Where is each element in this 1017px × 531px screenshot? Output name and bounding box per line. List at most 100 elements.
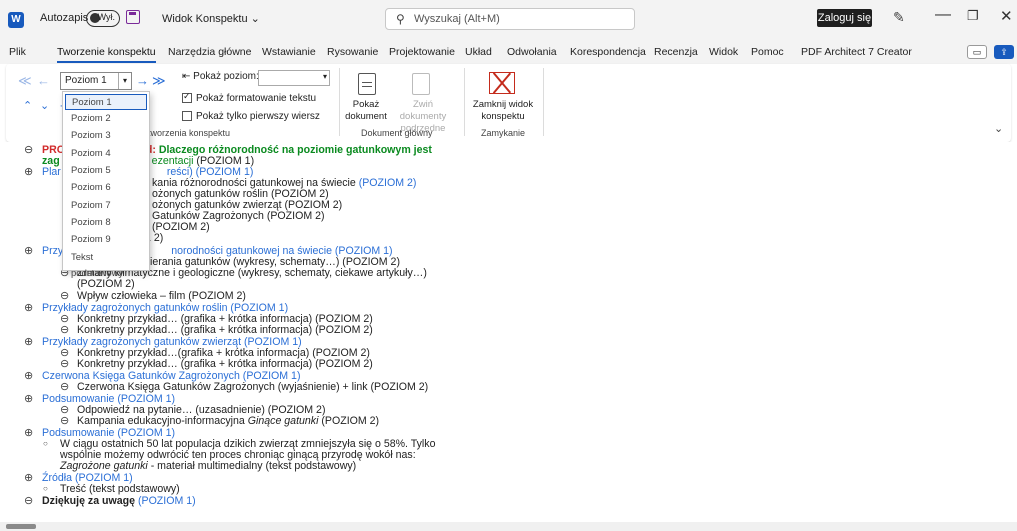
text-run: Kampania edukacyjno-informacyjna — [77, 415, 248, 427]
dropdown-option[interactable]: Poziom 1 — [65, 94, 147, 110]
chevron-down-icon: ▾ — [322, 72, 327, 81]
first-line-checkbox[interactable]: Pokaż tylko pierwszy wiersz — [182, 111, 320, 122]
outline-line: Konkretny przykład… (grafika + krótka in… — [77, 324, 373, 336]
collapse-bullet-icon[interactable]: ⊖ — [60, 358, 69, 370]
pen-icon[interactable]: ✎ — [893, 9, 905, 26]
word-app-icon: W — [8, 12, 24, 28]
tab-outlining[interactable]: Tworzenie konspektu — [57, 46, 156, 63]
dropdown-option[interactable]: Poziom 2 — [65, 111, 147, 127]
document-outline[interactable]: ⊖ PROad: Dlaczego różnorodność na poziom… — [0, 142, 1017, 522]
save-icon[interactable] — [126, 10, 140, 24]
move-up-icon[interactable]: ⌃ — [23, 99, 32, 112]
ribbon-panel: ≪ ← Poziom 1 ▾ → ≫ ⌃ ⌄ + ⇤ Pokaż poziom:… — [6, 64, 1011, 142]
tab-home[interactable]: Narzędzia główne — [168, 46, 251, 58]
expand-bullet-icon[interactable]: ⊕ — [24, 472, 33, 484]
show-document-label-1: Pokaż — [352, 99, 380, 110]
expand-bullet-icon[interactable]: ⊕ — [24, 166, 33, 178]
collapse-bullet-icon[interactable]: ⊖ — [24, 144, 33, 156]
expand-bullet-icon[interactable]: ⊕ — [24, 336, 33, 348]
show-formatting-checkbox[interactable]: Pokaż formatowanie tekstu — [182, 91, 317, 104]
move-down-icon[interactable]: ⌄ — [40, 99, 49, 112]
collapse-bullet-icon[interactable]: ⊖ — [24, 495, 33, 507]
tab-references[interactable]: Odwołania — [507, 46, 557, 58]
tab-draw[interactable]: Rysowanie — [327, 46, 378, 58]
body-text-bullet-icon: ○ — [43, 439, 48, 448]
collapse-bullet-icon[interactable]: ⊖ — [60, 324, 69, 336]
tab-mailings[interactable]: Korespondencja — [570, 46, 646, 58]
tab-insert[interactable]: Wstawianie — [262, 46, 316, 58]
search-input[interactable]: ⚲ Wyszukaj (Alt+M) — [385, 8, 635, 30]
minimize-icon[interactable]: — — [935, 6, 951, 24]
outline-line: Dziękuję za uwagę (POZIOM 1) — [42, 495, 196, 507]
tab-pdf-architect[interactable]: PDF Architect 7 Creator — [801, 46, 912, 58]
share-icon[interactable]: ⇪ — [994, 45, 1014, 59]
collapse-bullet-icon[interactable]: ⊖ — [60, 381, 69, 393]
text-run: Ginące gatunki — [247, 415, 319, 427]
outline-level-value: Poziom 1 — [65, 75, 107, 86]
expand-bullet-icon[interactable]: ⊕ — [24, 370, 33, 382]
title-bar: W Autozapis Wył. Widok Konspektu ⌄ ⚲ Wys… — [0, 0, 1017, 38]
autosave-state: Wył. — [97, 12, 115, 22]
checkbox-checked-icon — [182, 91, 192, 103]
text-run: Dziękuję za uwagę — [42, 495, 138, 507]
text-run: Zagrożone gatunki — [60, 460, 148, 472]
dropdown-option[interactable]: Tekst podstawowy — [65, 250, 147, 279]
collapse-subdocuments-label-1: Zwiń dokumenty — [399, 99, 447, 122]
outline-line: Treść (tekst podstawowy) — [60, 483, 180, 495]
close-view-label-1: Zamknij widok — [472, 99, 534, 110]
promote-icon[interactable]: ← — [37, 73, 50, 88]
close-view-label-2: konspektu — [481, 111, 525, 122]
close-icon[interactable]: ✕ — [1000, 7, 1013, 25]
expand-bullet-icon[interactable]: ⊕ — [24, 245, 33, 257]
group-divider — [464, 68, 465, 136]
tab-review[interactable]: Recenzja — [654, 46, 698, 58]
demote-icon[interactable]: → — [136, 73, 149, 88]
outline-level-select[interactable]: Poziom 1 ▾ — [60, 72, 132, 90]
dropdown-option[interactable]: Poziom 5 — [65, 163, 147, 179]
horizontal-scrollbar[interactable] — [0, 522, 1017, 531]
show-formatting-text: Pokaż formatowanie tekstu — [196, 93, 317, 104]
close-outline-view-button[interactable]: Zamknij widok konspektu — [472, 99, 534, 123]
checkbox-unchecked-icon — [182, 111, 192, 121]
tab-file[interactable]: Plik — [9, 46, 26, 58]
autosave-toggle[interactable]: Wył. — [86, 10, 120, 27]
expand-bullet-icon[interactable]: ⊕ — [24, 393, 33, 405]
text-run: (POZIOM 1) — [137, 495, 196, 507]
restore-icon[interactable]: ❐ — [967, 8, 979, 24]
group-divider — [339, 68, 340, 136]
close-outline-view-icon[interactable] — [489, 72, 515, 94]
first-line-text: Pokaż tylko pierwszy wiersz — [196, 111, 320, 122]
tab-design[interactable]: Projektowanie — [389, 46, 455, 58]
tab-help[interactable]: Pomoc — [751, 46, 784, 58]
dropdown-option[interactable]: Poziom 6 — [65, 180, 147, 196]
dropdown-option[interactable]: Poziom 4 — [65, 146, 147, 162]
show-document-button[interactable]: Pokaż dokument — [342, 99, 390, 123]
login-button[interactable]: Zaloguj się — [817, 9, 872, 27]
collapse-bullet-icon[interactable]: ⊖ — [60, 290, 69, 302]
comments-icon[interactable]: ▭ — [967, 45, 987, 59]
text-run: Przy — [42, 245, 64, 257]
expand-bullet-icon[interactable]: ⊕ — [24, 427, 33, 439]
outline-tools-group-label: tworzenia konspektu — [148, 128, 231, 138]
outline-line: Kampania edukacyjno-informacyjna Ginące … — [77, 415, 379, 427]
promote-to-heading-icon[interactable]: ≪ — [18, 73, 32, 89]
tab-view[interactable]: Widok — [709, 46, 738, 58]
dropdown-option[interactable]: Poziom 3 — [65, 128, 147, 144]
demote-to-body-icon[interactable]: ≫ — [152, 73, 166, 89]
expand-bullet-icon[interactable]: ⊕ — [24, 302, 33, 314]
autosave-label: Autozapis — [40, 12, 89, 24]
show-level-select[interactable]: ▾ — [258, 70, 330, 86]
scrollbar-thumb[interactable] — [6, 524, 36, 529]
show-document-icon[interactable] — [358, 73, 376, 95]
collapse-ribbon-icon[interactable]: ⌄ — [994, 122, 1003, 135]
dropdown-option[interactable]: Poziom 8 — [65, 215, 147, 231]
dropdown-option[interactable]: Poziom 7 — [65, 198, 147, 214]
outline-line: Zagrożone gatunki - materiał multimedial… — [60, 460, 356, 472]
outline-line: Wpływ człowieka – film (POZIOM 2) — [77, 290, 246, 302]
dropdown-option[interactable]: Poziom 9 — [65, 232, 147, 248]
search-placeholder: Wyszukaj (Alt+M) — [414, 13, 500, 25]
search-icon: ⚲ — [396, 12, 405, 26]
collapse-bullet-icon[interactable]: ⊖ — [60, 415, 69, 427]
tab-layout[interactable]: Układ — [465, 46, 492, 58]
document-title[interactable]: Widok Konspektu ⌄ — [162, 12, 260, 25]
